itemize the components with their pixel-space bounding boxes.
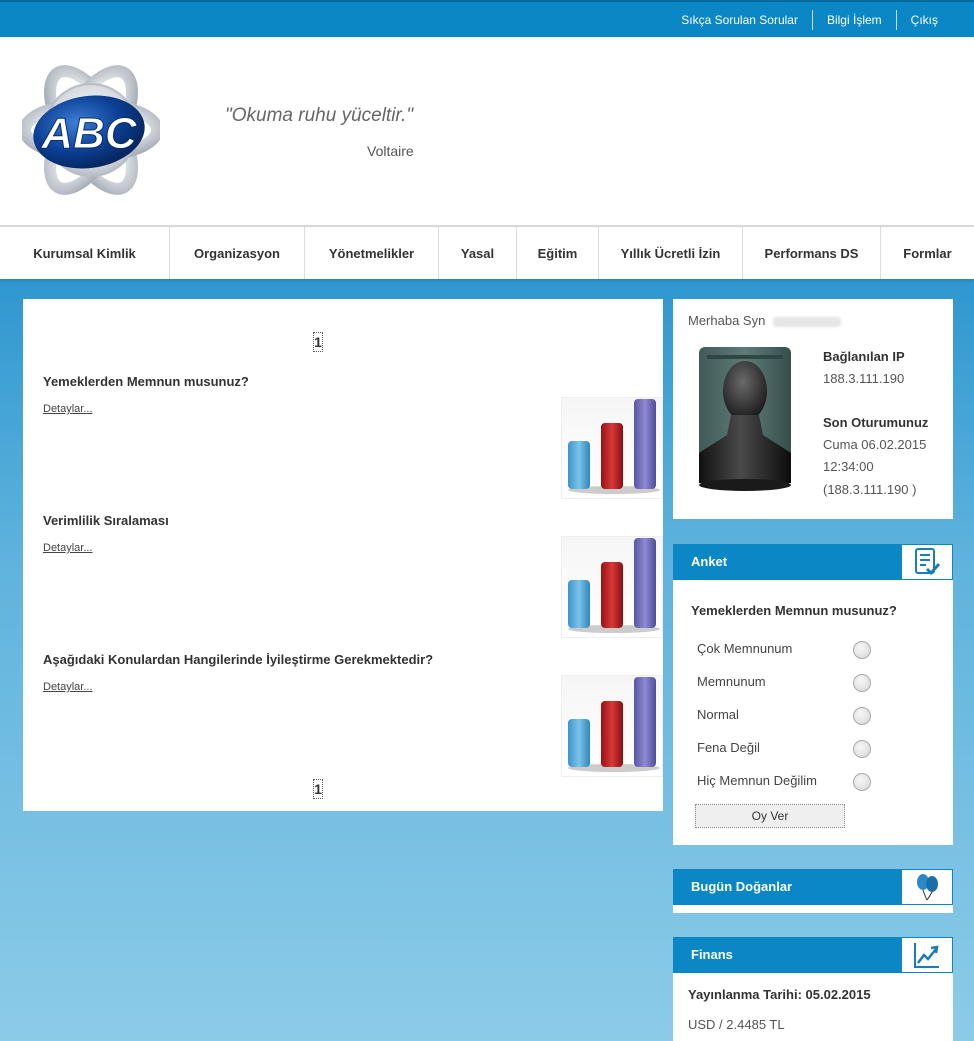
bar-chart-graphic [568,399,660,494]
main-nav: Kurumsal Kimlik Organizasyon Yönetmelikl… [0,225,974,279]
poll-option-radio[interactable] [853,707,871,725]
poll-option-radio[interactable] [853,641,871,659]
poll-question: Yemeklerden Memnun musunuz? [691,603,897,618]
birthdays-header[interactable]: Bugün Doğanlar [673,869,953,905]
poll-option-radio[interactable] [853,674,871,692]
nav-kurumsal-kimlik[interactable]: Kurumsal Kimlik [0,227,170,279]
poll-option-label: Çok Memnunum [697,641,793,656]
birthdays-card: Bugün Doğanlar [673,869,953,913]
poll-option-label: Memnunum [697,674,766,689]
finance-date: Yayınlanma Tarihi: 05.02.2015 [688,987,871,1002]
quote-text: "Okuma ruhu yüceltir." [225,105,414,126]
last-login-ip: (188.3.111.190 ) [823,482,917,497]
faq-link[interactable]: Sıkça Sorulan Sorular [667,10,812,30]
nav-yasal[interactable]: Yasal [439,227,517,279]
finance-header: Finans [673,937,953,973]
poll-header: Anket [673,544,953,580]
birthdays-title: Bugün Doğanlar [691,879,793,894]
pager-bottom[interactable]: 1 [313,779,323,799]
nav-egitim[interactable]: Eğitim [517,227,599,279]
trend-chart-icon [901,937,953,973]
user-info-card: Merhaba Syn Bağlanılan IP 188.3.111.190 … [673,299,953,519]
logout-link[interactable]: Çıkış [895,9,952,30]
poll-title: Anket [691,554,728,569]
survey-title[interactable]: Yemeklerden Memnun musunuz? [43,374,663,389]
survey-title[interactable]: Verimlilik Sıralaması [43,513,663,528]
survey-detail-link[interactable]: Detaylar... [43,681,93,693]
survey-title[interactable]: Aşağıdaki Konulardan Hangilerinde İyileş… [43,652,663,667]
nav-formlar[interactable]: Formlar [881,227,974,279]
poll-card: Anket Yemeklerden Memnun musunuz? Çok Me… [673,544,953,845]
nav-yillik-izin[interactable]: Yıllık Ücretli İzin [599,227,743,279]
last-login-label: Son Oturumunuz [823,415,929,430]
vote-button[interactable]: Oy Ver [695,804,845,828]
bar-chart-icon[interactable] [561,397,663,499]
checklist-icon [901,544,953,580]
bar-chart-icon[interactable] [561,675,663,777]
balloons-icon [901,869,953,905]
poll-option-radio[interactable] [853,740,871,758]
finance-title: Finans [691,947,733,962]
logo-text: ABC [40,109,138,158]
it-link[interactable]: Bilgi İşlem [811,9,896,30]
finance-usd-rate: USD / 2.4485 TL [688,1017,785,1032]
greeting-text: Merhaba Syn [688,313,766,328]
bar-chart-graphic [568,538,660,633]
poll-option-label: Fena Değil [697,740,760,755]
finance-card: Finans Yayınlanma Tarihi: 05.02.2015 USD… [673,937,953,1041]
nav-performans[interactable]: Performans DS [743,227,881,279]
survey-detail-link[interactable]: Detaylar... [43,542,93,554]
quote-author: Voltaire [367,143,414,159]
blurred-username [773,316,842,327]
user-avatar-icon [699,347,791,491]
poll-option-label: Hiç Memnun Değilim [697,773,817,788]
survey-list-panel: 1 Yemeklerden Memnun musunuz? Detaylar..… [23,299,663,811]
header: ABC "Okuma ruhu yüceltir." Voltaire [0,37,974,225]
survey-detail-link[interactable]: Detaylar... [43,403,93,415]
ip-label: Bağlanılan IP [823,349,905,364]
last-login-time: 12:34:00 [823,459,874,474]
bar-chart-graphic [568,677,660,772]
nav-organizasyon[interactable]: Organizasyon [170,227,305,279]
ip-value: 188.3.111.190 [823,371,905,386]
top-bar: Sıkça Sorulan Sorular Bilgi İşlem Çıkış [0,0,974,37]
pager-top[interactable]: 1 [313,332,323,352]
greeting: Merhaba Syn [688,313,842,328]
poll-option-radio[interactable] [853,773,871,791]
last-login-date: Cuma 06.02.2015 [823,437,927,452]
abc-logo[interactable]: ABC [22,52,160,208]
bar-chart-icon[interactable] [561,536,663,638]
nav-yonetmelikler[interactable]: Yönetmelikler [305,227,439,279]
poll-option-label: Normal [697,707,739,722]
